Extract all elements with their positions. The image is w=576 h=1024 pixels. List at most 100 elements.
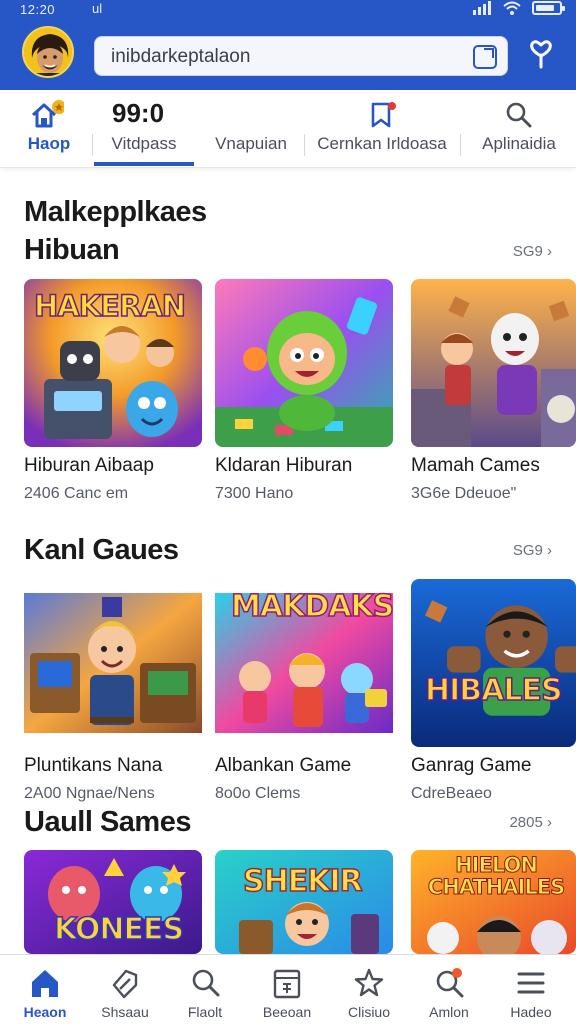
search-icon (506, 102, 532, 128)
game-thumbnail[interactable]: HIBALES (411, 579, 576, 747)
see-all-link[interactable]: 2805 › (509, 814, 552, 831)
menu-icon (517, 972, 545, 994)
game-meta: 3G6e Ddeuoe" (411, 485, 517, 502)
tab-divider (460, 134, 461, 156)
tab-cernkan[interactable]: Cernkan Irldoasa (312, 90, 452, 168)
home-icon (31, 100, 64, 128)
category-tabs: Haop 99:0 Vitdpass Vnapuian Cernkan Irld… (0, 90, 576, 168)
nav-clisiuo-label: Clisiuo (347, 1004, 390, 1020)
tag-icon (112, 969, 138, 999)
star-icon (354, 968, 384, 997)
game-art (215, 279, 393, 447)
game-thumbnail[interactable]: HAKERAN (24, 279, 202, 447)
game-title[interactable]: Kldaran Hiburan (215, 455, 352, 477)
game-meta: 8o0o Clems (215, 785, 301, 802)
nav-beeoan-label: Beeoan (262, 1004, 312, 1020)
game-thumbnail[interactable]: HIELON CHATHAILES (411, 850, 576, 954)
game-card[interactable]: Mamah Cames 3G6e Ddeuoe" (411, 279, 576, 502)
game-card[interactable]: KONEES (24, 850, 202, 954)
box-icon (273, 969, 301, 999)
status-bar: 12:20 ul (0, 0, 576, 22)
game-art-title: HIBALES (424, 672, 563, 709)
nav-amlon-label: Amlon (429, 1004, 469, 1020)
tab-cernkan-label: Cernkan Irldoasa (317, 134, 447, 153)
section-title: Uaull Sames (24, 806, 191, 838)
top-app-bar: 12:20 ul inibdarkeptalaon (0, 0, 576, 90)
status-icons (472, 1, 565, 15)
game-card[interactable]: HIELON CHATHAILES (411, 850, 576, 954)
tab-home-label: Haop (27, 134, 71, 153)
game-thumbnail[interactable]: MAKDAKS (215, 579, 393, 747)
share-icon[interactable] (473, 45, 497, 69)
status-time: 12:20 (20, 2, 56, 17)
tab-divider (304, 134, 305, 156)
game-thumbnail[interactable]: SHEKIR (215, 850, 393, 954)
tab-aplinaidia-label: Aplinaidia (482, 134, 556, 153)
signal-label: ul (92, 1, 103, 16)
game-thumbnail[interactable] (411, 279, 576, 447)
game-title[interactable]: Hiburan Aibaap (24, 455, 154, 477)
search-icon (192, 969, 220, 997)
bottom-navigation: Heaon Shsaau Flaolt Beeoan Clisiuo Amlon… (0, 954, 576, 1024)
nav-shsaau[interactable]: Shsaau (84, 955, 166, 1024)
tab-divider (92, 134, 93, 156)
nav-hadeo[interactable]: Hadeo (490, 955, 572, 1024)
game-meta: 7300 Hano (215, 485, 294, 502)
section-title: Kanl Gaues (24, 534, 179, 566)
tab-counter: 99:0 (112, 98, 165, 128)
nav-flaolt-label: Flaolt (187, 1004, 223, 1020)
game-art-title: KONEES (53, 911, 185, 948)
game-meta: 2406 Canc em (24, 485, 129, 502)
active-tab-indicator (94, 162, 194, 166)
tab-aplinaidia[interactable]: Aplinaidia (470, 90, 568, 168)
game-thumbnail[interactable]: KONEES (24, 850, 202, 954)
wifi-icon (503, 1, 521, 15)
game-art-title: HAKERAN (33, 288, 187, 324)
game-card[interactable]: SHEKIR (215, 850, 393, 954)
user-avatar[interactable] (22, 26, 74, 78)
game-art-title: HIELON CHATHAILES (427, 853, 565, 899)
game-title[interactable]: Albankan Game (215, 755, 351, 777)
nav-hadeo-label: Hadeo (510, 1004, 552, 1020)
search-input[interactable]: inibdarkeptalaon (111, 46, 250, 68)
game-card[interactable]: HIBALES Ganrag Game CdreBeaeo (411, 579, 576, 802)
game-art-title: SHEKIR (242, 863, 363, 900)
battery-icon (532, 1, 565, 15)
game-title[interactable]: Pluntikans Nana (24, 755, 162, 777)
game-thumbnail[interactable] (24, 579, 202, 747)
bookmark-icon (371, 102, 396, 128)
nav-home-label: Heaon (23, 1004, 67, 1020)
search-bar[interactable]: inibdarkeptalaon (94, 36, 508, 76)
tab-home[interactable]: Haop (14, 90, 84, 168)
nav-flaolt[interactable]: Flaolt (164, 955, 246, 1024)
see-all-link[interactable]: SG9 › (513, 542, 552, 559)
tab-vnapuian-label: Vnapuian (215, 134, 287, 153)
avatar-image (24, 28, 72, 76)
see-all-link[interactable]: SG9 › (513, 243, 552, 260)
game-art (24, 593, 202, 733)
game-title[interactable]: Mamah Cames (411, 455, 540, 477)
game-title[interactable]: Ganrag Game (411, 755, 531, 777)
game-card[interactable]: MAKDAKS Albankan Game 8o0o Clems (215, 579, 393, 802)
nav-amlon[interactable]: Amlon (408, 955, 490, 1024)
search-alert-icon (436, 968, 464, 998)
tab-vnapuian[interactable]: Vnapuian (204, 90, 298, 168)
page-title: Malkepplkaes (24, 196, 207, 228)
game-thumbnail[interactable] (215, 279, 393, 447)
game-art-title: MAKDAKS (230, 588, 393, 625)
section-title: Hibuan (24, 234, 120, 266)
game-meta: CdreBeaeo (411, 785, 492, 802)
game-art (411, 579, 576, 747)
game-meta: 2A00 Ngnae/Nens (24, 785, 155, 802)
tab-vitdpass-label: Vitdpass (111, 134, 177, 153)
game-card[interactable]: Pluntikans Nana 2A00 Ngnae/Nens (24, 579, 202, 802)
game-art (411, 279, 576, 447)
nav-clisiuo[interactable]: Clisiuo (328, 955, 410, 1024)
game-card[interactable]: HAKERAN Hiburan Aibaap 2406 Canc em (24, 279, 202, 502)
nav-beeoan[interactable]: Beeoan (246, 955, 328, 1024)
wishlist-icon[interactable] (524, 38, 558, 72)
cell-signal-icon (473, 1, 491, 15)
nav-home[interactable]: Heaon (4, 955, 86, 1024)
tab-vitdpass[interactable]: 99:0 Vitdpass (94, 90, 194, 168)
game-card[interactable]: Kldaran Hiburan 7300 Hano (215, 279, 393, 502)
